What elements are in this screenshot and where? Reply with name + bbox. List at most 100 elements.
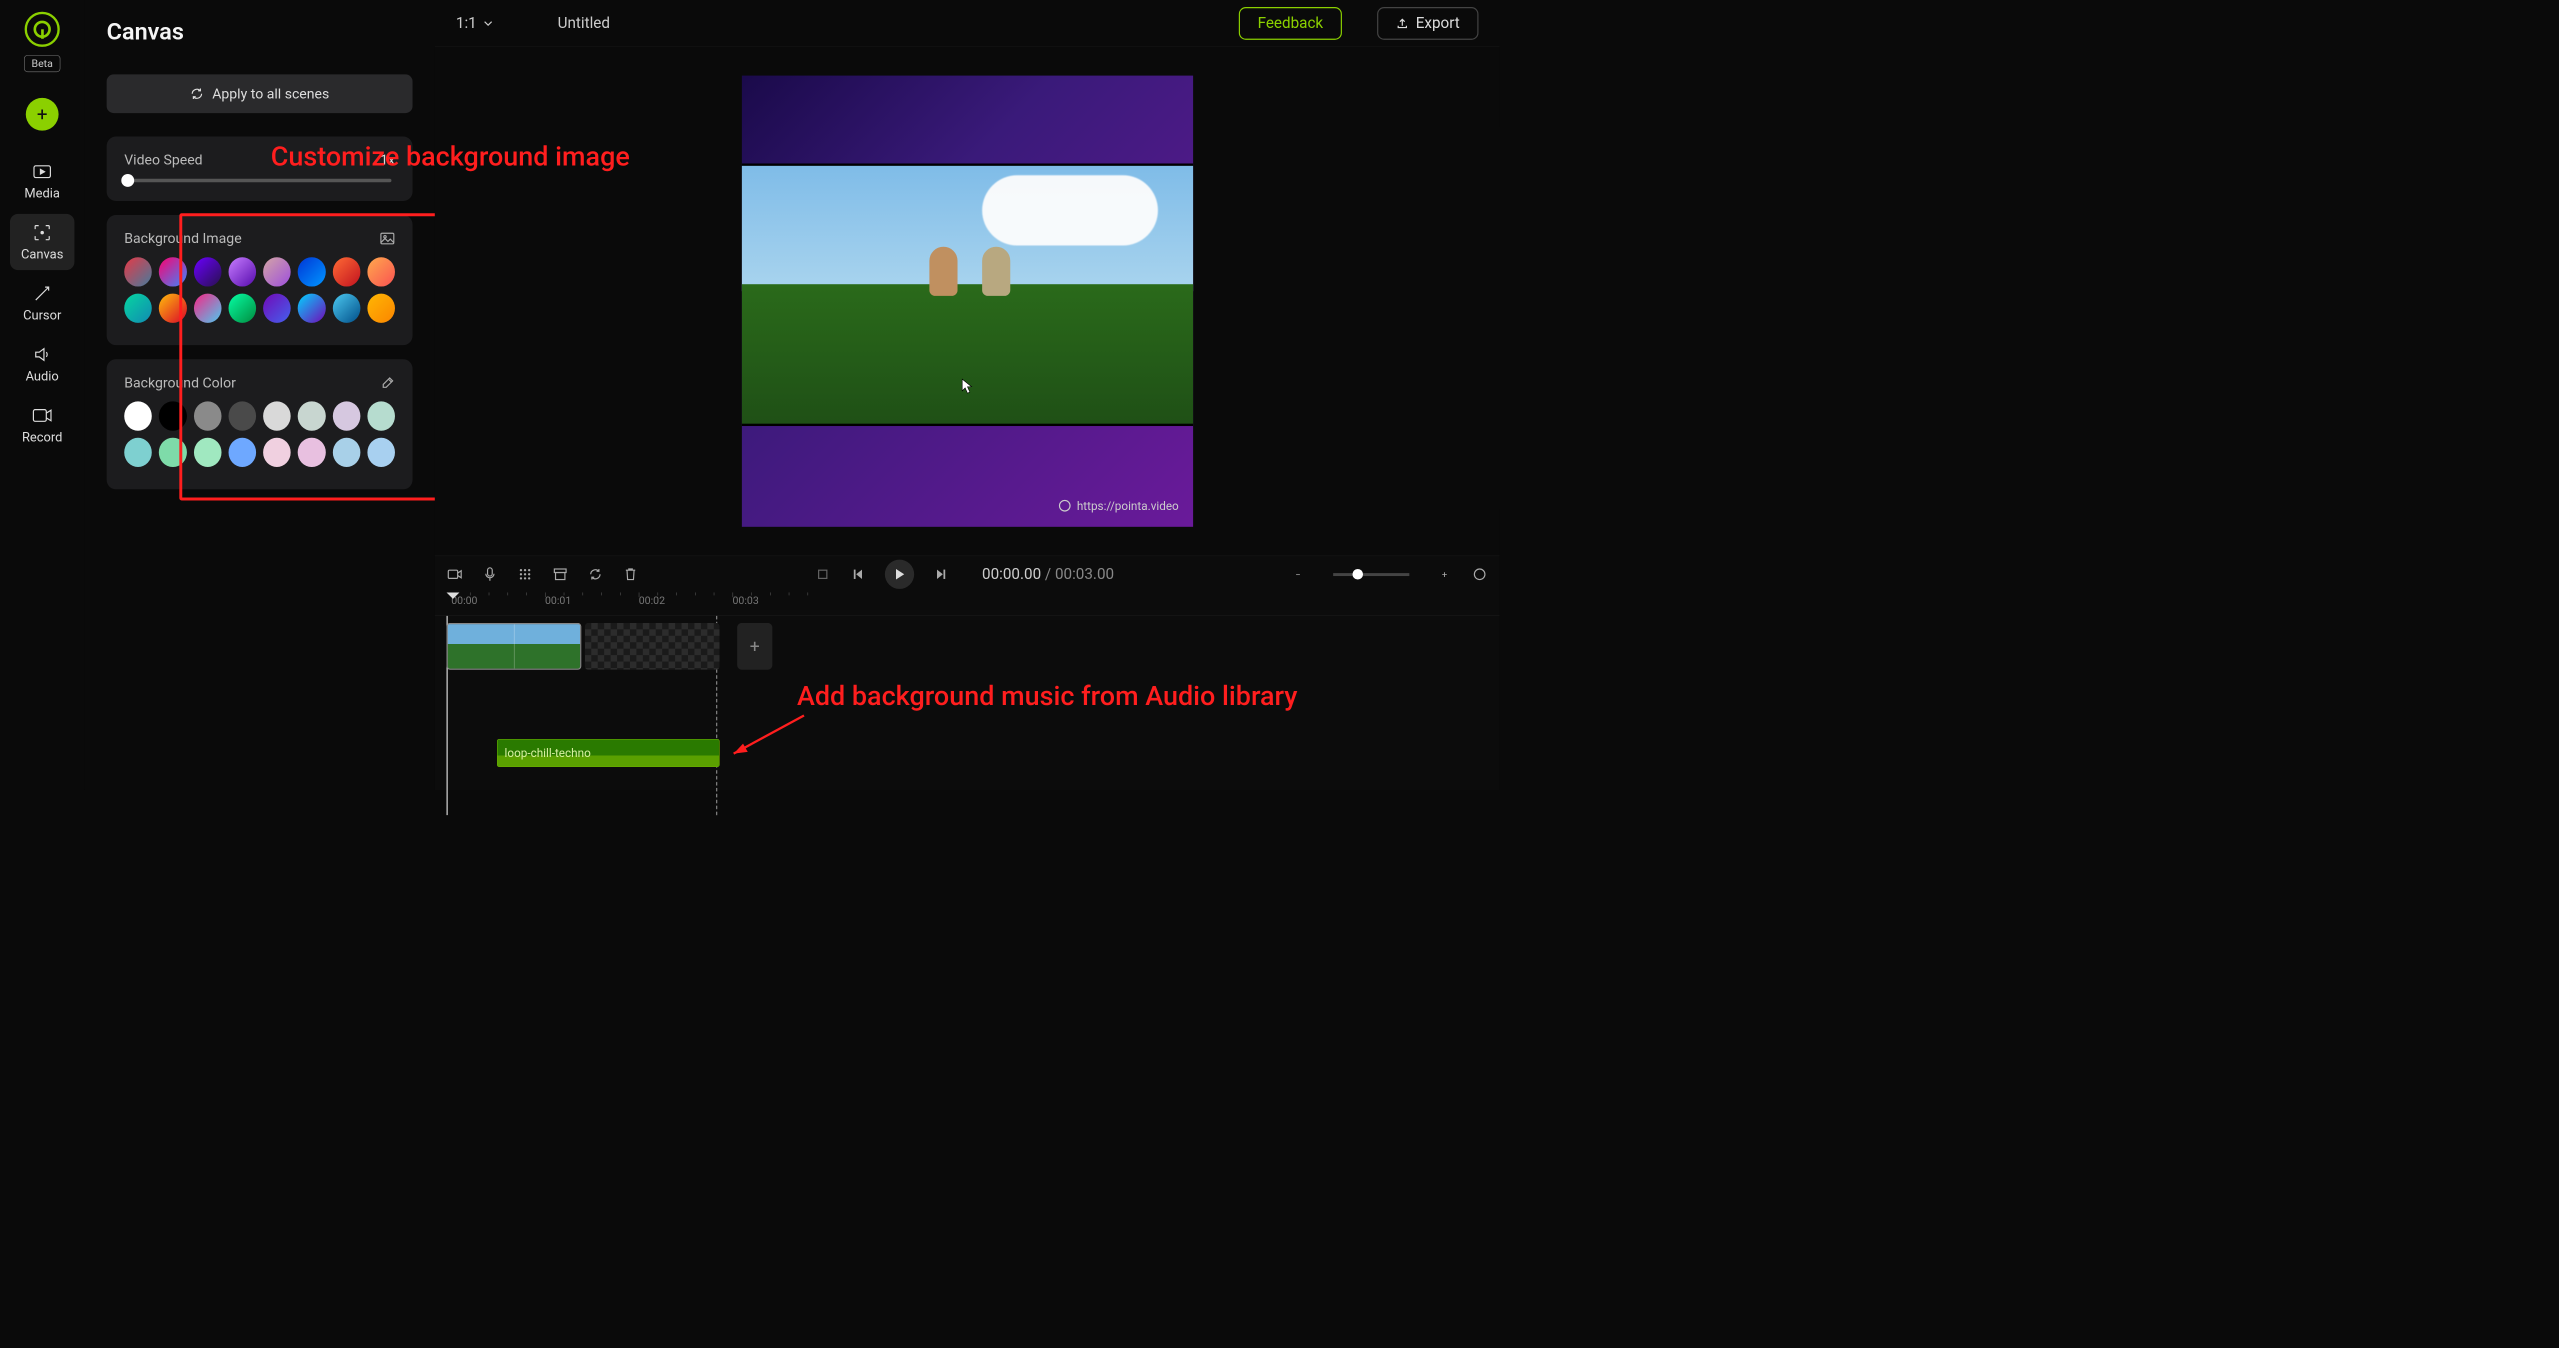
feedback-button[interactable]: Feedback xyxy=(1239,7,1342,40)
zoom-out-button[interactable]: − xyxy=(1290,566,1306,582)
bg-image-swatch[interactable] xyxy=(333,257,361,286)
video-content xyxy=(742,163,1193,426)
bg-color-swatch[interactable] xyxy=(298,438,326,467)
slider-thumb[interactable] xyxy=(121,174,134,187)
fit-zoom-button[interactable] xyxy=(1471,566,1487,582)
app-root: Beta + Media Canvas Cursor Audio Record … xyxy=(0,0,1500,790)
camera-icon[interactable] xyxy=(447,566,463,582)
next-button[interactable] xyxy=(933,566,949,582)
annotation-audio-text: Add background music from Audio library xyxy=(797,680,1298,712)
video-speed-slider[interactable] xyxy=(128,179,392,183)
speaker-icon xyxy=(32,344,52,364)
edit-icon[interactable] xyxy=(381,376,395,390)
video-speed-card: Video Speed 1x xyxy=(107,137,413,201)
export-button[interactable]: Export xyxy=(1377,7,1478,40)
annotation-arrow xyxy=(722,710,810,763)
bg-color-swatch[interactable] xyxy=(367,438,395,467)
rail-item-cursor[interactable]: Cursor xyxy=(10,275,74,331)
bg-image-label: Background Image xyxy=(124,230,241,246)
record-icon xyxy=(32,405,52,425)
rail-item-audio[interactable]: Audio xyxy=(10,336,74,392)
bg-image-row-2 xyxy=(124,294,395,323)
zoom-in-button[interactable]: + xyxy=(1436,566,1452,582)
timeline-tracks[interactable]: + loop-chill-techno Add background music… xyxy=(435,616,1500,790)
upload-icon xyxy=(1396,17,1409,30)
rail-label-cursor: Cursor xyxy=(23,308,61,323)
play-button[interactable] xyxy=(885,560,914,589)
bg-color-swatch[interactable] xyxy=(228,438,256,467)
app-logo[interactable] xyxy=(25,12,60,47)
bg-image-swatch[interactable] xyxy=(367,257,395,286)
ruler-tick: 00:01 xyxy=(545,595,571,607)
bg-color-swatch[interactable] xyxy=(124,438,152,467)
archive-icon[interactable] xyxy=(552,566,568,582)
timeline-timecode: 00:00.00 / 00:03.00 xyxy=(982,565,1114,583)
bg-color-swatch[interactable] xyxy=(367,401,395,430)
bg-image-row-1 xyxy=(124,257,395,286)
bg-image-swatch[interactable] xyxy=(263,294,291,323)
video-clip[interactable] xyxy=(447,623,582,670)
bg-color-swatch[interactable] xyxy=(263,438,291,467)
mic-icon[interactable] xyxy=(482,566,498,582)
bg-color-swatch[interactable] xyxy=(228,401,256,430)
left-rail: Beta + Media Canvas Cursor Audio Record xyxy=(0,0,84,790)
bg-color-swatch[interactable] xyxy=(159,401,187,430)
folder-play-icon xyxy=(32,161,52,181)
bg-image-swatch[interactable] xyxy=(194,257,222,286)
bg-image-swatch[interactable] xyxy=(124,257,152,286)
audio-clip-label: loop-chill-techno xyxy=(505,746,591,760)
main-area: 1:1 Untitled Feedback Export xyxy=(435,0,1500,790)
preview-canvas[interactable]: https://pointa.video xyxy=(742,76,1193,527)
empty-clip-placeholder xyxy=(585,623,720,670)
bg-image-swatch[interactable] xyxy=(124,294,152,323)
rail-item-record[interactable]: Record xyxy=(10,397,74,453)
bg-color-swatch[interactable] xyxy=(333,401,361,430)
image-icon[interactable] xyxy=(380,232,395,245)
bg-color-swatch[interactable] xyxy=(263,401,291,430)
bg-image-swatch[interactable] xyxy=(228,294,256,323)
audio-clip[interactable]: loop-chill-techno xyxy=(497,739,720,767)
bg-color-swatch[interactable] xyxy=(333,438,361,467)
bg-image-swatch[interactable] xyxy=(228,257,256,286)
bg-image-swatch[interactable] xyxy=(298,294,326,323)
cursor-icon xyxy=(32,283,52,303)
background-color-card: Background Color xyxy=(107,359,413,489)
stop-button[interactable] xyxy=(814,566,830,582)
document-name[interactable]: Untitled xyxy=(558,14,610,32)
bg-color-swatch[interactable] xyxy=(159,438,187,467)
bg-color-swatch[interactable] xyxy=(194,438,222,467)
zoom-slider[interactable] xyxy=(1333,573,1409,576)
apply-to-all-scenes-button[interactable]: Apply to all scenes xyxy=(107,74,413,113)
rail-label-audio: Audio xyxy=(26,369,59,384)
bg-color-label: Background Color xyxy=(124,374,236,390)
bg-image-swatch[interactable] xyxy=(333,294,361,323)
bg-color-swatch[interactable] xyxy=(124,401,152,430)
bg-image-swatch[interactable] xyxy=(298,257,326,286)
bg-color-swatch[interactable] xyxy=(298,401,326,430)
prev-button[interactable] xyxy=(850,566,866,582)
add-clip-button[interactable]: + xyxy=(737,623,772,670)
aspect-ratio-select[interactable]: 1:1 xyxy=(456,14,493,32)
panel-title: Canvas xyxy=(107,18,413,46)
add-button[interactable]: + xyxy=(26,98,59,131)
beta-badge: Beta xyxy=(24,55,61,72)
rail-item-canvas[interactable]: Canvas xyxy=(10,214,74,270)
bg-image-swatch[interactable] xyxy=(159,294,187,323)
bg-image-swatch[interactable] xyxy=(367,294,395,323)
refresh-icon xyxy=(190,87,204,101)
timeline-ruler[interactable]: 00:0000:0100:0200:03 xyxy=(435,592,1500,615)
grid-icon[interactable] xyxy=(517,566,533,582)
rail-item-media[interactable]: Media xyxy=(10,153,74,209)
loop-icon[interactable] xyxy=(587,566,603,582)
frame-icon xyxy=(32,222,52,242)
trash-icon[interactable] xyxy=(622,566,638,582)
bg-color-swatch[interactable] xyxy=(194,401,222,430)
bg-image-swatch[interactable] xyxy=(194,294,222,323)
rail-label-media: Media xyxy=(24,186,60,201)
playhead[interactable] xyxy=(447,592,460,605)
background-image-card: Background Image xyxy=(107,215,413,345)
bg-image-swatch[interactable] xyxy=(159,257,187,286)
preview-area: https://pointa.video Customize backgroun… xyxy=(435,47,1500,556)
aspect-value: 1:1 xyxy=(456,14,477,32)
bg-image-swatch[interactable] xyxy=(263,257,291,286)
